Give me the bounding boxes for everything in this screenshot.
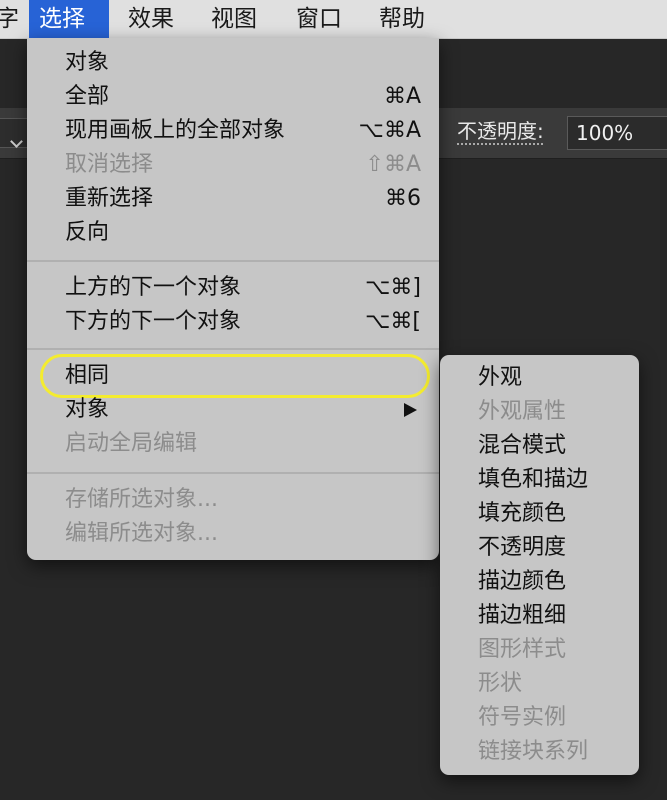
submenu-item-shape: 形状 (440, 667, 639, 701)
submenu-item-label: 符号实例 (478, 705, 567, 730)
menu-item-label: 启动全局编辑 (65, 431, 198, 456)
menu-item-label: 上方的下一个对象 (65, 275, 242, 300)
submenu-item-label: 混合模式 (478, 433, 567, 458)
menu-item-label: 取消选择 (65, 152, 154, 177)
menu-item-next-object-below[interactable]: 下方的下一个对象 ⌥⌘[ (27, 305, 439, 339)
menu-item-label: 存储所选对象... (65, 487, 218, 512)
menu-item-same[interactable]: 相同 (27, 359, 439, 393)
menu-item-shortcut: ⌘A (383, 84, 421, 109)
menu-item-label: 现用画板上的全部对象 (65, 118, 286, 143)
menu-item-label: 相同 (65, 363, 110, 388)
same-submenu: 外观 外观属性 混合模式 填色和描边 填充颜色 不透明度 描边颜色 描边粗细 图… (440, 355, 639, 775)
menu-item-shortcut: ⌥⌘A (358, 118, 421, 143)
submenu-item-fill-color[interactable]: 填充颜色 (440, 497, 639, 531)
submenu-item-stroke-weight[interactable]: 描边粗细 (440, 599, 639, 633)
menu-item-next-object-above[interactable]: 上方的下一个对象 ⌥⌘] (27, 271, 439, 305)
menu-separator (27, 472, 439, 474)
submenu-item-appearance[interactable]: 外观 (440, 361, 639, 395)
submenu-item-stroke-color[interactable]: 描边颜色 (440, 565, 639, 599)
menu-item-label: 下方的下一个对象 (65, 309, 242, 334)
chevron-down-icon (10, 135, 23, 148)
toolbar-dropdown[interactable] (0, 118, 30, 148)
menubar-item-type[interactable]: 字 (0, 0, 29, 38)
menu-item-save-selection: 存储所选对象... (27, 483, 439, 517)
menu-item-label: 编辑所选对象... (65, 521, 218, 546)
opacity-label[interactable]: 不透明度: (457, 111, 544, 151)
menu-item-label: 对象 (65, 397, 110, 422)
menu-separator (27, 348, 439, 350)
menu-item-reselect[interactable]: 重新选择 ⌘6 (27, 182, 439, 216)
opacity-input[interactable]: 100% (567, 116, 667, 150)
submenu-item-blending-mode[interactable]: 混合模式 (440, 429, 639, 463)
select-menu-dropdown: 对象 全部 ⌘A 现用画板上的全部对象 ⌥⌘A 取消选择 ⇧⌘A 重新选择 ⌘6… (27, 38, 439, 560)
submenu-item-label: 图形样式 (478, 637, 567, 662)
menu-item-shortcut: ⇧⌘A (365, 152, 421, 177)
submenu-item-label: 描边颜色 (478, 569, 567, 594)
submenu-item-label: 填色和描边 (478, 467, 589, 492)
menu-item-label: 全部 (65, 84, 110, 109)
menu-item-inverse[interactable]: 反向 (27, 216, 439, 250)
menu-item-shortcut: ⌥⌘] (365, 275, 421, 300)
menubar-item-select[interactable]: 选择 (29, 0, 109, 38)
menu-item-shortcut: ⌥⌘[ (365, 309, 421, 334)
submenu-item-appearance-attribute: 外观属性 (440, 395, 639, 429)
submenu-item-symbol-instance: 符号实例 (440, 701, 639, 735)
menu-item-edit-selection: 编辑所选对象... (27, 517, 439, 551)
menu-item-label: 重新选择 (65, 186, 154, 211)
menu-bar: 字 选择 效果 视图 窗口 帮助 (0, 0, 667, 39)
menu-item-label: 对象 (65, 50, 110, 75)
submenu-item-fill-and-stroke[interactable]: 填色和描边 (440, 463, 639, 497)
submenu-item-label: 形状 (478, 671, 523, 696)
menu-item-object-submenu[interactable]: 对象 (27, 393, 439, 427)
submenu-item-label: 不透明度 (478, 535, 567, 560)
menu-item-all[interactable]: 全部 ⌘A (27, 80, 439, 114)
submenu-item-graphic-style: 图形样式 (440, 633, 639, 667)
submenu-item-label: 外观 (478, 365, 523, 390)
menubar-item-window[interactable]: 窗口 (286, 0, 352, 38)
menu-item-label: 反向 (65, 220, 110, 245)
menu-item-all-on-active-artboard[interactable]: 现用画板上的全部对象 ⌥⌘A (27, 114, 439, 148)
submenu-item-link-block-series: 链接块系列 (440, 735, 639, 769)
submenu-arrow-icon (404, 403, 417, 417)
menubar-item-effect[interactable]: 效果 (118, 0, 184, 38)
submenu-item-opacity[interactable]: 不透明度 (440, 531, 639, 565)
menu-item-deselect: 取消选择 ⇧⌘A (27, 148, 439, 182)
menu-separator (27, 260, 439, 262)
submenu-item-label: 外观属性 (478, 399, 567, 424)
submenu-item-label: 描边粗细 (478, 603, 567, 628)
menu-item-object[interactable]: 对象 (27, 46, 439, 80)
menubar-item-help[interactable]: 帮助 (369, 0, 435, 38)
menu-item-start-global-edit: 启动全局编辑 (27, 427, 439, 461)
submenu-item-label: 填充颜色 (478, 501, 567, 526)
submenu-item-label: 链接块系列 (478, 739, 589, 764)
menubar-item-view[interactable]: 视图 (201, 0, 267, 38)
menu-item-shortcut: ⌘6 (385, 186, 421, 211)
